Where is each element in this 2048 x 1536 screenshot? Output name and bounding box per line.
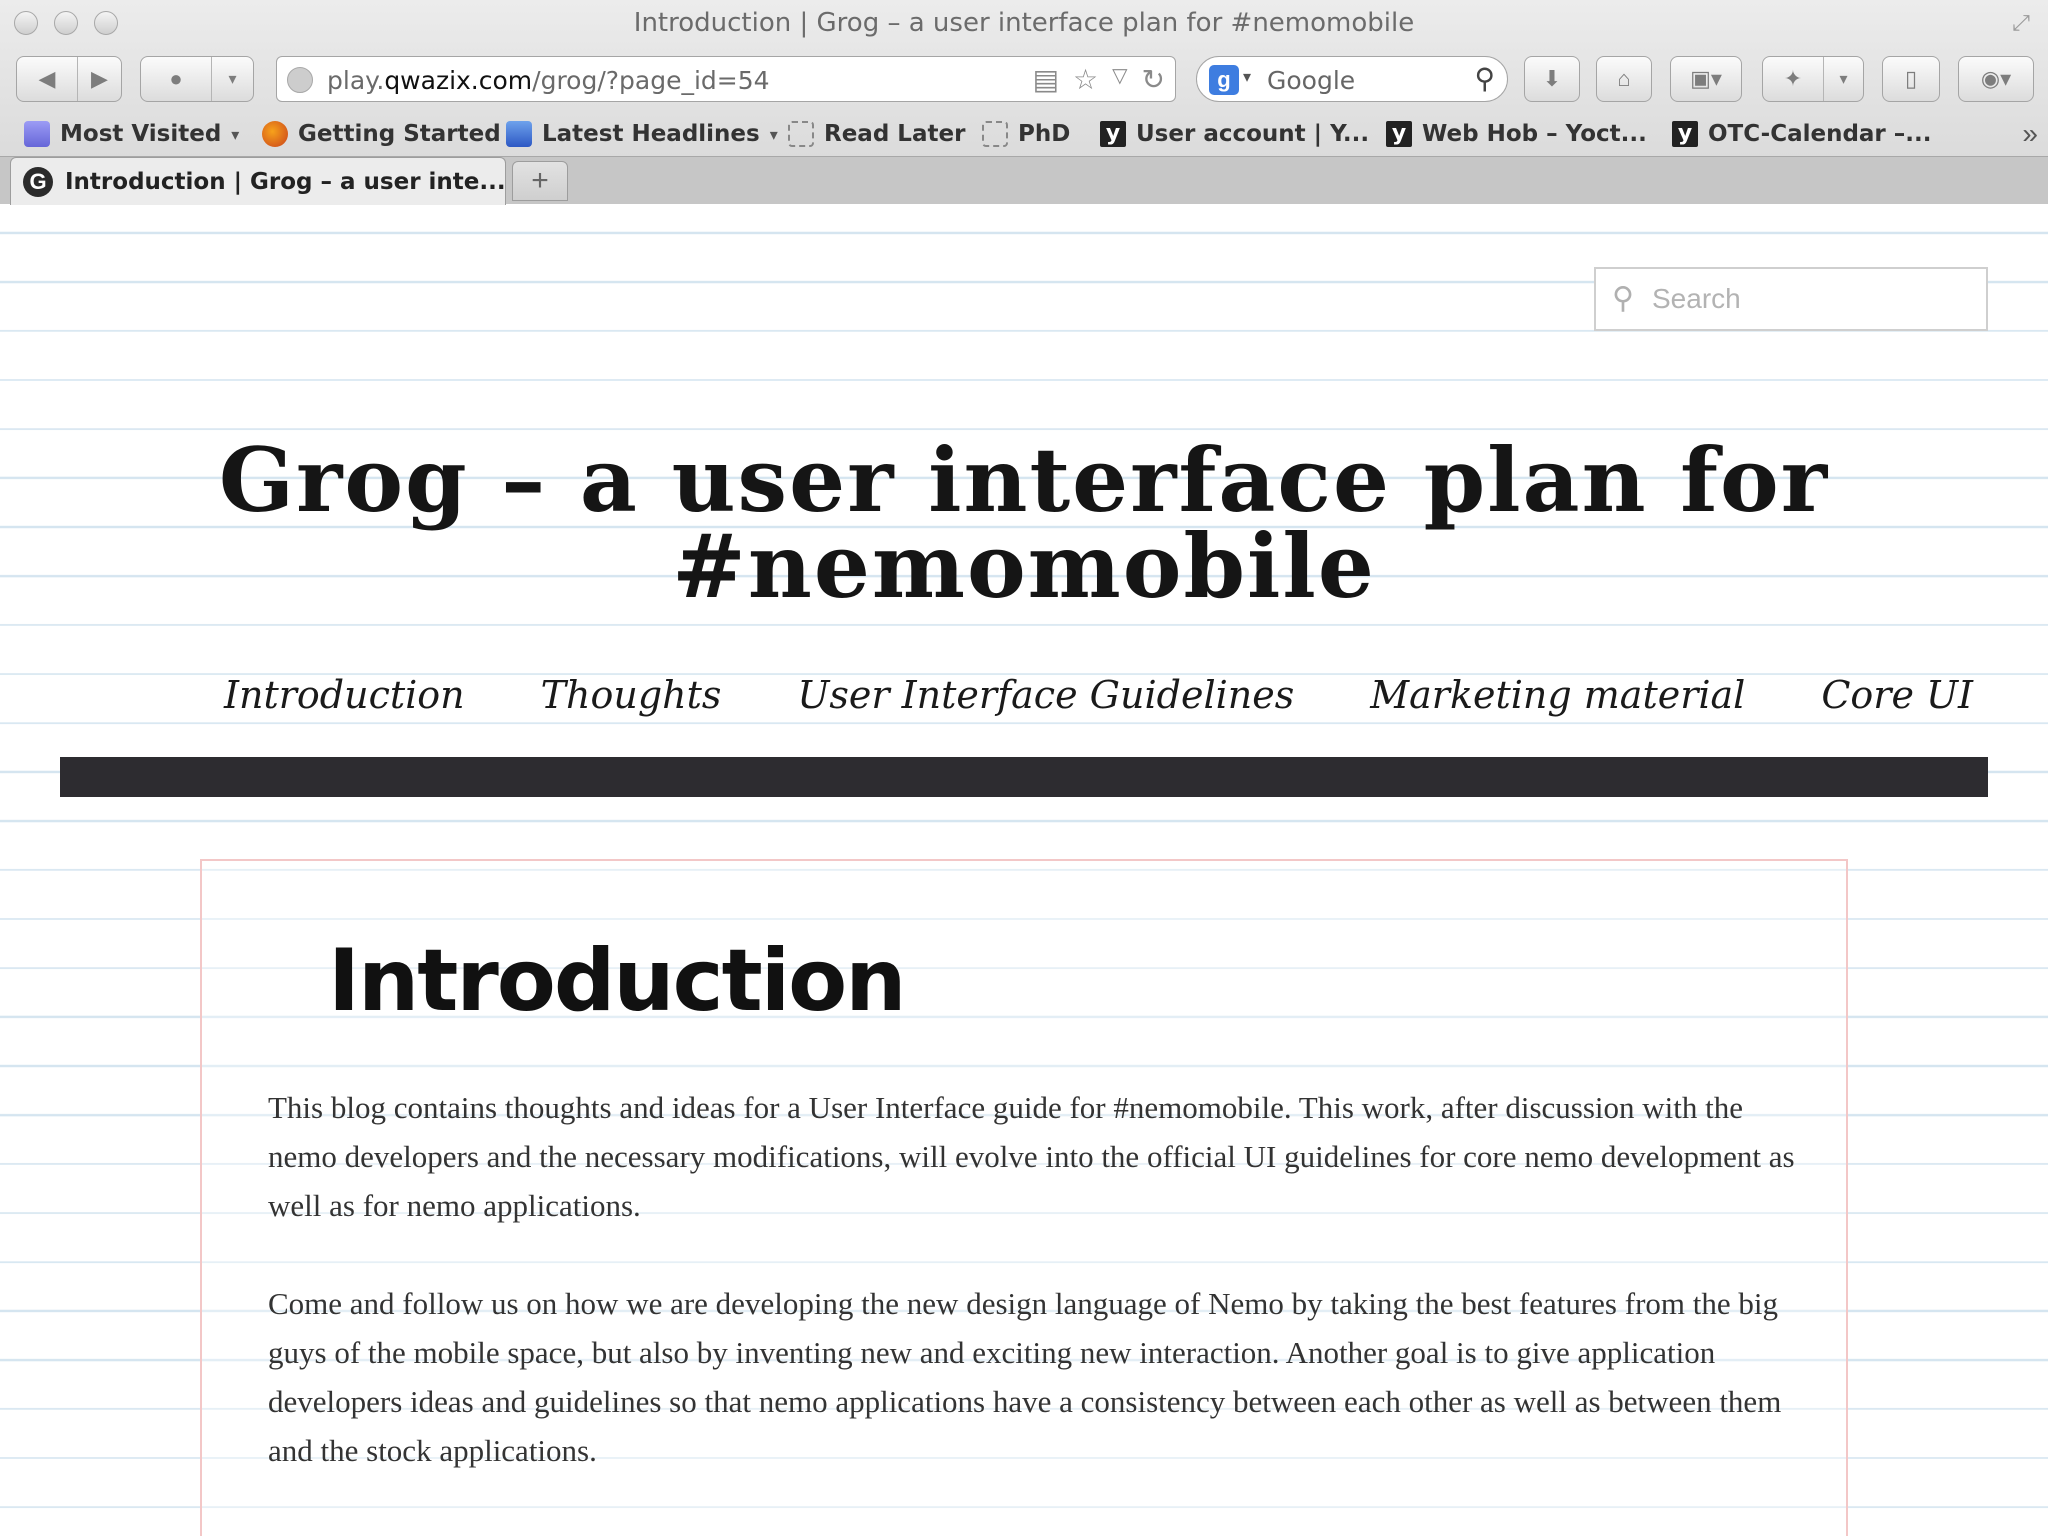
search-icon[interactable]: ⚲ bbox=[1474, 62, 1495, 95]
identity-group: ● ▾ bbox=[140, 56, 254, 102]
search-bar[interactable]: g ▾ Google ⚲ bbox=[1196, 56, 1508, 102]
bookmark-latest-headlines[interactable]: Latest Headlines ▾ bbox=[506, 114, 778, 154]
history-dropdown-icon[interactable]: ▽ bbox=[1112, 63, 1127, 96]
bookmark-getting-started[interactable]: Getting Started bbox=[262, 114, 501, 154]
document-badge-icon: ▯ bbox=[1904, 66, 1918, 91]
nav-marketing-material[interactable]: Marketing material bbox=[1370, 673, 1745, 733]
entry-paragraph: This blog contains thoughts and ideas fo… bbox=[268, 1090, 1795, 1223]
rss-icon bbox=[506, 121, 532, 147]
url-domain: qwazix.com bbox=[384, 66, 533, 95]
home-icon: ⌂ bbox=[1617, 66, 1631, 91]
nav-core-ui[interactable]: Core UI bbox=[1821, 673, 1973, 733]
yocto-icon: y bbox=[1386, 121, 1412, 147]
bookmark-label: Web Hob – Yoct... bbox=[1422, 121, 1647, 147]
chevron-down-icon[interactable]: ▾ bbox=[1243, 67, 1251, 87]
back-button[interactable]: ◀ bbox=[17, 57, 77, 101]
reader-icon[interactable]: ▤ bbox=[1033, 63, 1059, 96]
bookmarks-toolbar: Most Visited ▾ Getting Started Latest He… bbox=[0, 114, 2048, 154]
new-tab-button[interactable]: + bbox=[512, 161, 568, 201]
url-path: /grog/?page_id=54 bbox=[532, 66, 770, 95]
bookmark-label: Most Visited bbox=[60, 121, 222, 147]
nav-thoughts[interactable]: Thoughts bbox=[541, 673, 722, 733]
blank-page-icon bbox=[788, 121, 814, 147]
url-prefix: play. bbox=[327, 66, 385, 95]
site-search-input[interactable] bbox=[1652, 279, 1972, 319]
app-menu-icon: ◉▾ bbox=[1980, 66, 2012, 91]
chevron-double-right-icon[interactable]: » bbox=[2022, 118, 2038, 150]
nav-introduction[interactable]: Introduction bbox=[224, 673, 465, 733]
chevron-down-icon[interactable]: ▾ bbox=[1823, 57, 1863, 101]
entry-paragraph: Come and follow us on how we are develop… bbox=[268, 1286, 1782, 1468]
site-identity-icon[interactable] bbox=[287, 67, 313, 93]
site-navigation: Introduction Thoughts User Interface Gui… bbox=[224, 673, 1973, 733]
yocto-icon: y bbox=[1672, 121, 1698, 147]
reload-icon[interactable]: ↻ bbox=[1142, 63, 1165, 96]
entry-title: Introduction bbox=[328, 931, 906, 1031]
home-button[interactable]: ⌂ bbox=[1596, 56, 1652, 102]
tab-label: Introduction | Grog – a user inte... bbox=[65, 168, 506, 195]
addon-icon[interactable]: ● bbox=[141, 57, 211, 101]
blank-page-icon bbox=[982, 121, 1008, 147]
bookmark-label: OTC-Calendar –... bbox=[1708, 121, 1932, 147]
bookmark-label: Latest Headlines bbox=[542, 121, 760, 147]
bookmark-star-icon[interactable]: ☆ bbox=[1073, 63, 1098, 96]
site-search-box: ⚲ bbox=[1594, 267, 1988, 331]
grog-favicon-icon: G bbox=[23, 166, 53, 197]
extension-group: ✦ ▾ bbox=[1762, 56, 1864, 102]
bookmark-otc-calendar[interactable]: y OTC-Calendar –... bbox=[1672, 114, 1932, 154]
bookmark-label: PhD bbox=[1018, 121, 1071, 147]
downloads-button[interactable]: ⬇ bbox=[1524, 56, 1580, 102]
chevron-down-icon[interactable]: ▾ bbox=[211, 57, 253, 101]
download-arrow-icon: ⬇ bbox=[1542, 66, 1562, 91]
chevron-down-icon: ▾ bbox=[769, 124, 778, 144]
fullscreen-icon[interactable]: ⤢ bbox=[2008, 10, 2034, 36]
bookmark-label: User account | Y... bbox=[1136, 121, 1370, 147]
forward-button[interactable]: ▶ bbox=[77, 57, 121, 101]
menu-button[interactable]: ◉▾ bbox=[1958, 56, 2034, 102]
tab-introduction[interactable]: G Introduction | Grog – a user inte... bbox=[10, 157, 506, 205]
bookmarks-icon: ▣▾ bbox=[1690, 66, 1722, 91]
nav-user-interface-guidelines[interactable]: User Interface Guidelines bbox=[797, 673, 1294, 733]
yocto-icon: y bbox=[1100, 121, 1126, 147]
search-engine-name: Google bbox=[1267, 66, 1356, 95]
bookmark-label: Getting Started bbox=[298, 121, 501, 147]
site-title[interactable]: Grog – a user interface plan for #nemomo… bbox=[100, 436, 1948, 610]
url-bar[interactable]: play.qwazix.com/grog/?page_id=54 ▤ ☆ ▽ ↻ bbox=[276, 56, 1176, 102]
tab-strip: G Introduction | Grog – a user inte... + bbox=[0, 156, 2048, 205]
bookmark-most-visited[interactable]: Most Visited ▾ bbox=[24, 114, 239, 154]
bookmark-read-later[interactable]: Read Later bbox=[788, 114, 965, 154]
google-icon[interactable]: g bbox=[1209, 65, 1239, 95]
search-icon: ⚲ bbox=[1612, 282, 1634, 315]
bookmark-phd[interactable]: PhD bbox=[982, 114, 1070, 154]
web-page: ⚲ Grog – a user interface plan for #nemo… bbox=[0, 205, 2048, 1536]
bookmark-web-hob[interactable]: y Web Hob – Yoct... bbox=[1386, 114, 1647, 154]
extension-icon[interactable]: ✦ bbox=[1763, 57, 1823, 101]
notifications-button[interactable]: ▯ bbox=[1882, 56, 1940, 102]
window-title: Introduction | Grog – a user interface p… bbox=[633, 8, 1415, 38]
nav-divider-bar bbox=[60, 757, 1988, 797]
folder-icon bbox=[24, 121, 50, 147]
url-actions: ▤ ☆ ▽ ↻ bbox=[1033, 63, 1165, 96]
window-titlebar: Introduction | Grog – a user interface p… bbox=[0, 0, 2048, 46]
bookmark-label: Read Later bbox=[824, 121, 966, 147]
chevron-down-icon: ▾ bbox=[231, 124, 240, 144]
back-forward-group: ◀ ▶ bbox=[16, 56, 122, 102]
browser-chrome: Introduction | Grog – a user interface p… bbox=[0, 0, 2048, 205]
url-text[interactable]: play.qwazix.com/grog/?page_id=54 bbox=[327, 66, 770, 95]
post-card: Introduction This blog contains thoughts… bbox=[200, 859, 1848, 1536]
navigation-toolbar: ◀ ▶ ● ▾ play.qwazix.com/grog/?page_id=54… bbox=[0, 52, 2048, 110]
bookmarks-menu-button[interactable]: ▣▾ bbox=[1670, 56, 1742, 102]
firefox-icon bbox=[262, 121, 288, 147]
bookmark-user-account[interactable]: y User account | Y... bbox=[1100, 114, 1369, 154]
